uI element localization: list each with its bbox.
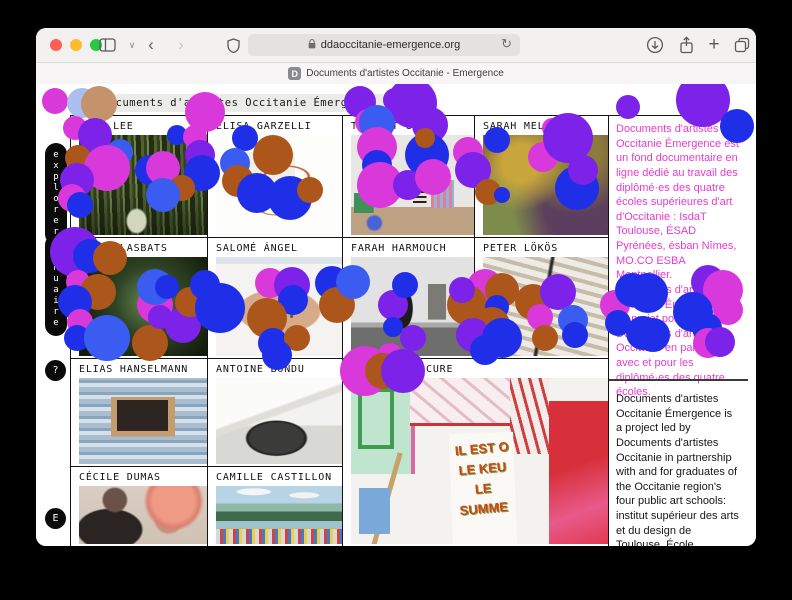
artist-image — [216, 486, 342, 544]
artist-image — [79, 378, 207, 464]
sidebar: Documents d'artistes Occitanie Émergence… — [608, 115, 748, 546]
edition-button[interactable]: E — [45, 508, 66, 529]
sidebar-divider — [609, 379, 748, 381]
browser-toolbar: ∨ ‹ › ddaoccitanie-emergence.org ↻ + — [36, 28, 756, 63]
decorative-circle — [42, 88, 68, 114]
address-bar[interactable]: ddaoccitanie-emergence.org ↻ — [248, 34, 520, 56]
artist-card[interactable]: THIBAUT GARCIA — [343, 116, 475, 238]
help-button[interactable]: ? — [45, 360, 66, 381]
artist-name: FANNY LASBATS — [71, 238, 207, 257]
tab-overview-icon[interactable] — [731, 35, 753, 55]
installation-fabric — [549, 401, 608, 544]
browser-window: ∨ ‹ › ddaoccitanie-emergence.org ↻ + D D… — [36, 28, 756, 546]
installation-fabric — [359, 488, 390, 534]
share-icon[interactable] — [675, 35, 697, 55]
artist-image — [483, 135, 608, 235]
artist-card[interactable]: ELIAS HANSELMANN — [71, 359, 208, 467]
artist-image — [351, 135, 474, 235]
sidebar-icon[interactable] — [96, 35, 118, 55]
artist-card[interactable]: MORGANE LESCURE IL EST OLE KEULESUMME — [343, 359, 609, 546]
nav-explorer[interactable]: e x p l o r e r — [45, 143, 67, 245]
artist-name: MORGANE LESCURE — [343, 359, 608, 378]
tab-title: Documents d'artistes Occitanie - Emergen… — [306, 68, 504, 79]
forward-icon[interactable]: › — [170, 35, 192, 55]
artist-name: MAIA LEE — [71, 116, 207, 135]
tab-bar[interactable]: D Documents d'artistes Occitanie - Emerg… — [36, 63, 756, 85]
artist-card[interactable]: FANNY LASBATS — [71, 238, 208, 359]
back-icon[interactable]: ‹ — [140, 35, 162, 55]
artist-name: CAMILLE CASTILLON — [208, 467, 342, 486]
artist-image — [79, 135, 207, 235]
artist-name: ELISA GARZELLI — [208, 116, 342, 135]
artist-grid: MAIA LEEELISA GARZELLITHIBAUT GARCIASARA… — [70, 115, 608, 546]
artist-name: CÉCILE DUMAS — [71, 467, 207, 486]
lock-icon — [308, 39, 316, 52]
artist-name: ELIAS HANSELMANN — [71, 359, 207, 378]
artist-image — [351, 257, 474, 356]
url-text: ddaoccitanie-emergence.org — [321, 39, 460, 51]
page-content: Documents d'artistes Occitanie Émergence… — [36, 84, 756, 546]
artist-card[interactable]: PETER LÖKÖS — [475, 238, 609, 359]
artist-card[interactable]: ANTOINE BONDU — [208, 359, 343, 467]
shield-icon[interactable] — [222, 35, 244, 55]
traffic-light-yellow[interactable] — [70, 39, 82, 51]
artist-card[interactable]: ELISA GARZELLI — [208, 116, 343, 238]
sidebar-text-fr: Documents d'artistes Occitanie Émergence… — [609, 116, 748, 406]
artist-name: SALOMÉ ÁNGEL — [208, 238, 342, 257]
sidebar-text-en: Documents d'artistes Occitanie Émergence… — [609, 386, 748, 546]
artist-image — [483, 257, 608, 356]
artist-name: SARAH MELENS — [475, 116, 608, 135]
artist-image — [216, 257, 342, 356]
artist-name: FARAH HARMOUCH — [343, 238, 474, 257]
installation-fabric — [351, 378, 415, 474]
nav-annuaire[interactable]: a n n u a i r e — [45, 234, 67, 336]
artist-image: IL EST OLE KEULESUMME — [351, 378, 608, 544]
artist-image — [79, 486, 207, 544]
artist-name: ANTOINE BONDU — [208, 359, 342, 378]
artist-image — [79, 257, 207, 356]
artist-name: PETER LÖKÖS — [475, 238, 608, 257]
artist-image — [216, 135, 342, 235]
artist-card[interactable]: MAIA LEE — [71, 116, 208, 238]
artist-image — [216, 378, 342, 464]
installation-banner: IL EST OLE KEULESUMME — [449, 432, 517, 544]
traffic-light-red[interactable] — [50, 39, 62, 51]
artist-card[interactable]: CÉCILE DUMAS — [71, 467, 208, 546]
favicon: D — [288, 67, 301, 80]
artist-card[interactable]: SALOMÉ ÁNGEL — [208, 238, 343, 359]
installation-fabric — [510, 378, 549, 454]
new-tab-icon[interactable]: + — [703, 35, 725, 55]
artist-card[interactable]: FARAH HARMOUCH — [343, 238, 475, 359]
download-icon[interactable] — [644, 35, 666, 55]
artist-card[interactable]: CAMILLE CASTILLON — [208, 467, 343, 546]
reload-icon[interactable]: ↻ — [501, 36, 512, 52]
site-title[interactable]: Documents d'artistes Occitanie Émergence — [88, 94, 389, 112]
artist-card[interactable]: SARAH MELENS — [475, 116, 609, 238]
artist-name: THIBAUT GARCIA — [343, 116, 474, 135]
